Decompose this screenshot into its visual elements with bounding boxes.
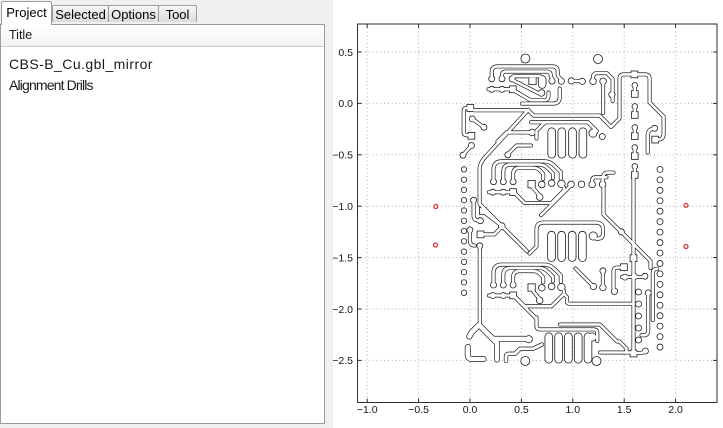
svg-text:0.0: 0.0 <box>463 404 478 416</box>
svg-text:2.0: 2.0 <box>668 404 683 416</box>
svg-text:0.5: 0.5 <box>338 47 353 59</box>
svg-text:−1.0: −1.0 <box>332 201 353 213</box>
svg-text:−0.5: −0.5 <box>332 150 353 162</box>
svg-text:0.5: 0.5 <box>514 404 529 416</box>
svg-text:−2.5: −2.5 <box>332 355 353 367</box>
svg-text:−2.0: −2.0 <box>332 304 353 316</box>
svg-text:1.5: 1.5 <box>617 404 632 416</box>
svg-text:−1.5: −1.5 <box>332 252 353 264</box>
svg-text:0.0: 0.0 <box>338 98 353 110</box>
svg-text:−0.5: −0.5 <box>408 404 429 416</box>
svg-text:1.0: 1.0 <box>565 404 580 416</box>
svg-text:−1.0: −1.0 <box>357 404 378 416</box>
